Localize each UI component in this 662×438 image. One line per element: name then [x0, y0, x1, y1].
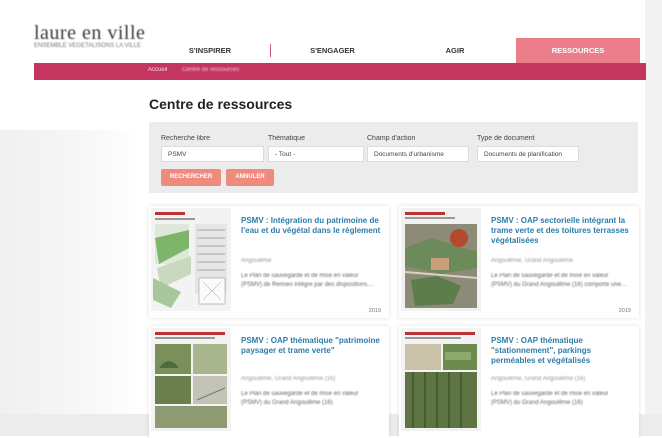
field-label: Champ d'action: [367, 135, 416, 142]
breadcrumb-home[interactable]: Accueil: [148, 67, 167, 73]
search-button[interactable]: RECHERCHER: [161, 169, 221, 186]
result-location: Angoulême, Grand Angoulême (16): [241, 376, 336, 382]
result-year: 2019: [618, 308, 631, 314]
result-location: Angoulême: [241, 258, 272, 264]
field-select[interactable]: Documents d'urbanisme: [367, 146, 469, 162]
nav-agir[interactable]: AGIR: [394, 38, 516, 63]
plan-map-image: [151, 208, 231, 311]
search-filters: Recherche libre PSMV Thématique - Tout -…: [149, 122, 638, 193]
result-location: Angoulême, Grand Angoulême (16): [491, 376, 586, 382]
main-nav: S'INSPIRER S'ENGAGER AGIR RESSOURCES: [150, 38, 640, 63]
keyword-input[interactable]: PSMV: [161, 146, 264, 162]
nav-sengager[interactable]: S'ENGAGER: [271, 38, 394, 63]
doctype-label: Type de document: [477, 135, 535, 142]
screenshot-frame: laure en ville ENSEMBLE VÉGÉTALISONS LA …: [0, 0, 662, 438]
result-card[interactable]: PSMV : Intégration du patrimoine de l'ea…: [149, 206, 389, 318]
result-title[interactable]: PSMV : OAP sectorielle intégrant la tram…: [491, 216, 631, 246]
reset-button[interactable]: ANNULER: [226, 169, 274, 186]
result-description: Le Plan de sauvegarde et de mise en vale…: [241, 273, 374, 288]
page-title: Centre de ressources: [149, 96, 293, 112]
aerial-photo-image: [401, 208, 481, 311]
result-description: Le Plan de sauvegarde et de mise en vale…: [241, 391, 359, 406]
result-card[interactable]: PSMV : OAP thématique "patrimoine paysag…: [149, 326, 389, 438]
result-title[interactable]: PSMV : Intégration du patrimoine de l'ea…: [241, 216, 381, 236]
left-background-blur: [0, 130, 140, 436]
result-thumbnail[interactable]: [151, 208, 231, 311]
result-location: Angoulême, Grand Angoulême: [491, 258, 574, 264]
breadcrumb-bar: Accueil Centre de ressources: [34, 63, 646, 80]
result-thumbnail[interactable]: [151, 328, 231, 431]
result-thumbnail[interactable]: [401, 208, 481, 311]
nav-sinspirer[interactable]: S'INSPIRER: [150, 38, 270, 63]
result-card[interactable]: PSMV : OAP thématique "stationnement", p…: [399, 326, 639, 438]
theme-select[interactable]: - Tout -: [268, 146, 364, 162]
parking-photos-image: [401, 328, 481, 431]
breadcrumb-current: Centre de ressources: [182, 67, 240, 73]
doctype-select[interactable]: Documents de planification: [477, 146, 579, 162]
result-card[interactable]: PSMV : OAP sectorielle intégrant la tram…: [399, 206, 639, 318]
result-title[interactable]: PSMV : OAP thématique "stationnement", p…: [491, 336, 631, 366]
nav-ressources[interactable]: RESSOURCES: [516, 38, 640, 63]
result-title[interactable]: PSMV : OAP thématique "patrimoine paysag…: [241, 336, 381, 356]
result-description: Le Plan de sauvegarde et de mise en vale…: [491, 391, 609, 406]
keyword-label: Recherche libre: [161, 135, 211, 142]
site-logo[interactable]: laure en ville: [34, 22, 145, 45]
right-window-edge: [645, 0, 662, 436]
result-thumbnail[interactable]: [401, 328, 481, 431]
theme-label: Thématique: [268, 135, 305, 142]
garden-photos-image: [151, 328, 231, 431]
site-tagline: ENSEMBLE VÉGÉTALISONS LA VILLE: [34, 43, 141, 49]
result-description: Le Plan de sauvegarde et de mise en vale…: [491, 273, 628, 288]
result-year: 2019: [368, 308, 381, 314]
